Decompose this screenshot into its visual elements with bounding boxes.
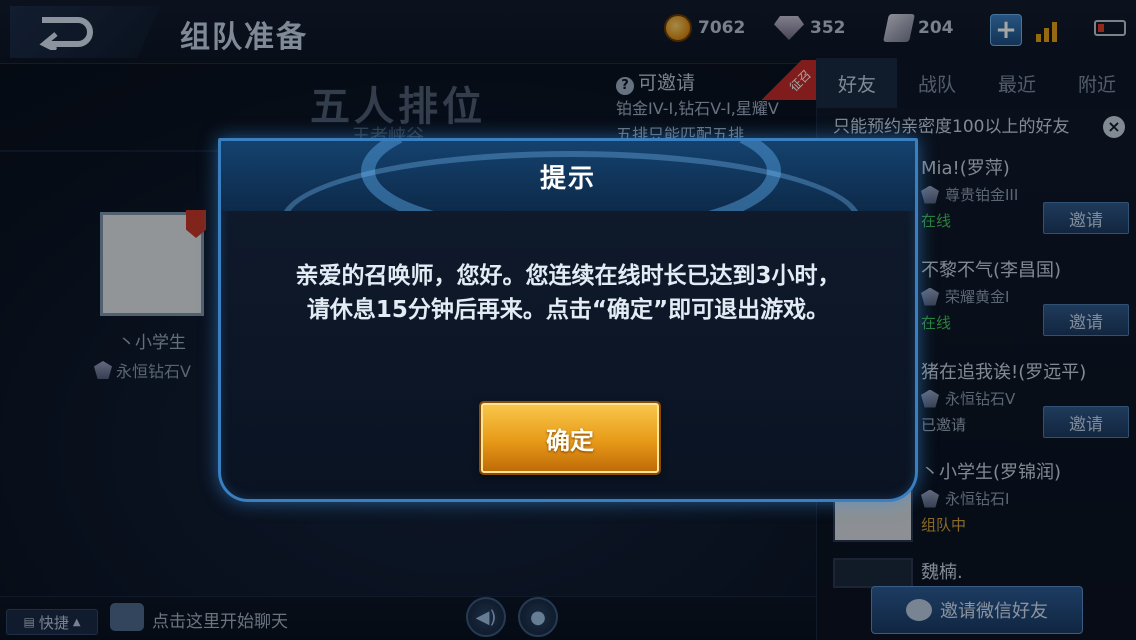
game-scene: 组队准备 7062 352 204 + 五人排位 王者峡谷 ? 可邀请 铂金IV-… <box>0 0 1136 640</box>
notice-dialog: 提示 亲爱的召唤师，您好。您连续在线时长已达到3小时， 请休息15分钟后再来。点… <box>218 138 918 502</box>
dialog-message-line1: 亲爱的召唤师，您好。您连续在线时长已达到3小时， <box>295 263 841 289</box>
dialog-message: 亲爱的召唤师，您好。您连续在线时长已达到3小时， 请休息15分钟后再来。点击“确… <box>241 259 895 327</box>
dialog-title: 提示 <box>539 163 596 194</box>
dialog-message-line2: 请休息15分钟后再来。点击“确定”即可退出游戏。 <box>306 297 830 323</box>
confirm-button[interactable]: 确定 <box>481 403 659 473</box>
